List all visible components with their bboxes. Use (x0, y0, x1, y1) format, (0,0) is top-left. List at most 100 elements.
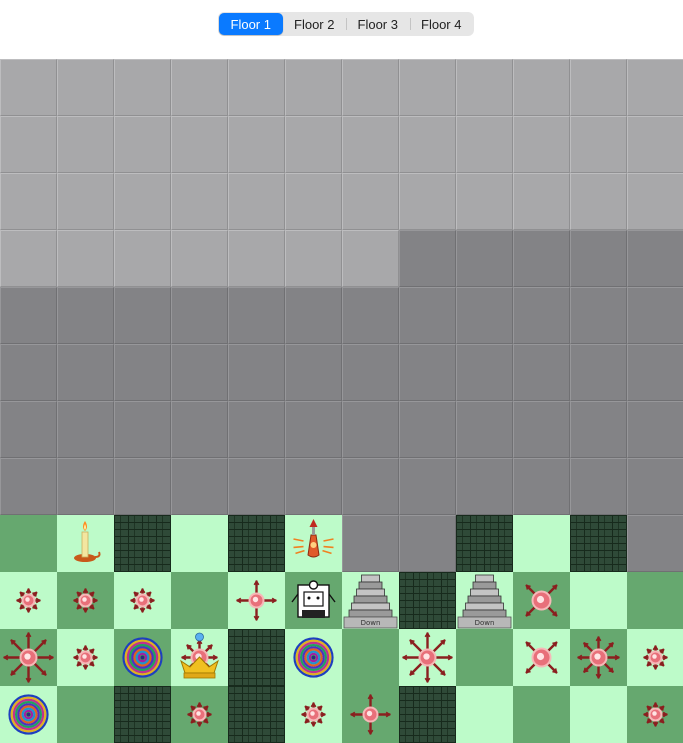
tile-green-light[interactable] (57, 629, 114, 686)
tile-green-dark[interactable] (570, 629, 627, 686)
tile-fog-dark (627, 515, 683, 572)
tile-green-light[interactable] (171, 515, 228, 572)
monster-small-icon (301, 702, 326, 727)
tile-green-light[interactable] (285, 515, 342, 572)
monster-diagonal-icon (525, 641, 558, 674)
tile-fog-light (171, 173, 228, 230)
tile-fog-light (513, 116, 570, 173)
tile-green-dark[interactable] (171, 686, 228, 743)
tile-fog-dark (399, 287, 456, 344)
monster-small-icon (643, 702, 668, 727)
tile-fog-dark (228, 287, 285, 344)
tile-fog-dark (0, 401, 57, 458)
tile-fog-light (456, 59, 513, 116)
tile-green-light[interactable] (285, 686, 342, 743)
tile-fog-dark (513, 287, 570, 344)
tile-fog-light (114, 230, 171, 287)
tile-green-dark[interactable] (513, 572, 570, 629)
monster-small-icon (643, 645, 668, 670)
tile-green-dark[interactable] (456, 629, 513, 686)
tile-fog-dark (114, 401, 171, 458)
tab-floor-2[interactable]: Floor 2 (283, 13, 347, 35)
vortex-icon (122, 637, 163, 678)
tile-wall[interactable] (114, 686, 171, 743)
tile-green-dark[interactable] (627, 686, 683, 743)
tile-green-light[interactable] (627, 629, 683, 686)
tile-green-light[interactable] (285, 629, 342, 686)
tile-wall[interactable] (399, 686, 456, 743)
tile-fog-dark (456, 458, 513, 515)
tile-green-light[interactable] (570, 572, 627, 629)
tile-fog-dark (342, 344, 399, 401)
tile-green-dark[interactable] (0, 515, 57, 572)
tile-fog-dark (456, 344, 513, 401)
tile-fog-light (114, 116, 171, 173)
tile-fog-dark (399, 458, 456, 515)
tile-fog-dark (228, 344, 285, 401)
tile-wall[interactable] (570, 515, 627, 572)
floor-selector: Floor 1 Floor 2 Floor 3 Floor 4 (218, 12, 474, 36)
tile-green-light[interactable] (228, 572, 285, 629)
tile-wall[interactable] (228, 686, 285, 743)
tile-green-light[interactable] (57, 515, 114, 572)
tile-fog-dark (171, 401, 228, 458)
tile-fog-dark (285, 401, 342, 458)
tile-green-dark[interactable] (57, 686, 114, 743)
tile-fog-dark (627, 230, 683, 287)
tile-fog-light (0, 59, 57, 116)
tile-green-light[interactable] (513, 515, 570, 572)
tab-floor-3[interactable]: Floor 3 (346, 13, 410, 35)
tile-green-dark[interactable] (285, 572, 342, 629)
tile-green-dark[interactable] (342, 686, 399, 743)
tile-green-dark[interactable] (0, 629, 57, 686)
tile-green-dark[interactable] (114, 629, 171, 686)
tile-fog-light (0, 173, 57, 230)
tile-fog-dark (399, 344, 456, 401)
tile-fog-dark (228, 458, 285, 515)
crown-monster-icon (180, 632, 219, 679)
tile-fog-light (57, 230, 114, 287)
tile-fog-light (228, 173, 285, 230)
tab-floor-4[interactable]: Floor 4 (409, 13, 474, 35)
tile-green-light[interactable] (456, 686, 513, 743)
tile-green-light[interactable] (171, 629, 228, 686)
tile-fog-dark (570, 401, 627, 458)
tile-green-light[interactable] (570, 686, 627, 743)
tile-green-light[interactable] (513, 629, 570, 686)
tile-green-dark[interactable] (342, 629, 399, 686)
tile-fog-light (342, 116, 399, 173)
tile-fog-dark (342, 287, 399, 344)
tile-wall[interactable] (114, 515, 171, 572)
tile-fog-dark (513, 401, 570, 458)
tile-green-light[interactable] (0, 686, 57, 743)
tile-wall[interactable] (228, 629, 285, 686)
monster-star-icon (577, 636, 620, 679)
tile-fog-dark (171, 287, 228, 344)
tile-wall[interactable] (228, 515, 285, 572)
monster-cross-icon (350, 694, 391, 735)
tile-fog-dark (627, 344, 683, 401)
tile-fog-light (285, 59, 342, 116)
tile-fog-light (627, 173, 683, 230)
vortex-icon (8, 694, 49, 735)
tile-green-light[interactable] (114, 572, 171, 629)
tile-fog-light (399, 59, 456, 116)
tile-green-dark[interactable] (171, 572, 228, 629)
tile-green-dark[interactable] (57, 572, 114, 629)
tile-fog-dark (513, 458, 570, 515)
tile-wall[interactable] (399, 572, 456, 629)
tile-fog-light (171, 230, 228, 287)
tile-fog-dark (570, 287, 627, 344)
tile-fog-dark (627, 287, 683, 344)
tile-green-light[interactable] (0, 572, 57, 629)
tile-green-light[interactable]: Down (342, 572, 399, 629)
tile-fog-light (0, 230, 57, 287)
tab-floor-1[interactable]: Floor 1 (219, 13, 283, 35)
tile-green-dark[interactable] (627, 572, 683, 629)
tile-green-light[interactable]: Down (456, 572, 513, 629)
tile-fog-light (399, 116, 456, 173)
tile-green-dark[interactable] (513, 686, 570, 743)
tile-fog-dark (513, 230, 570, 287)
tile-wall[interactable] (456, 515, 513, 572)
tile-green-light[interactable] (399, 629, 456, 686)
